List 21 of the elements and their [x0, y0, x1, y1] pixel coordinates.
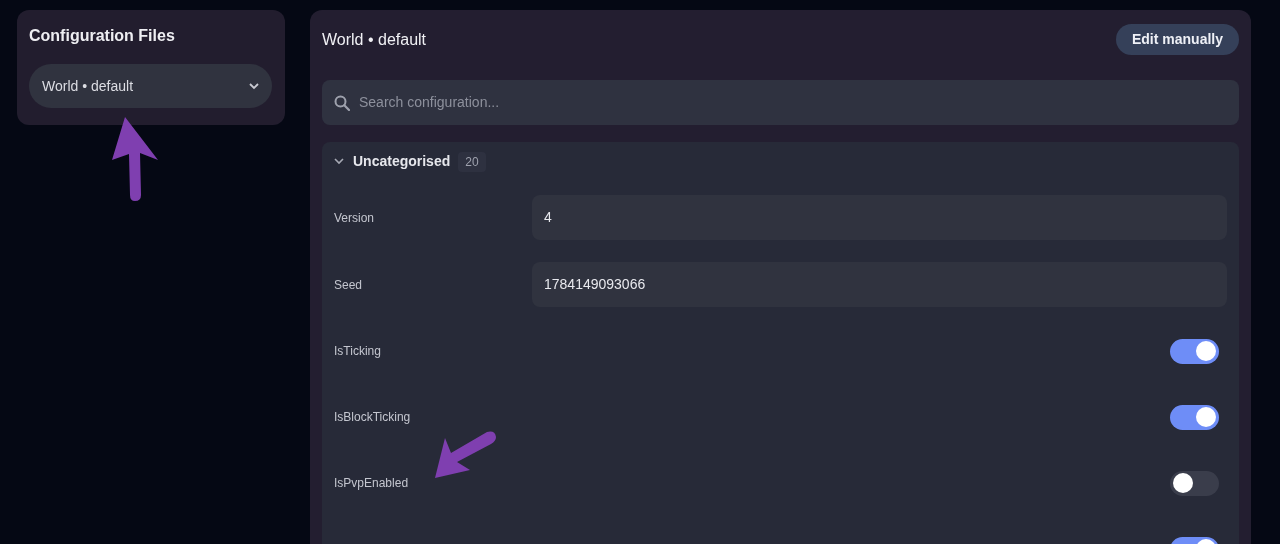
field-label: Seed — [334, 276, 364, 294]
edit-manually-button[interactable]: Edit manually — [1115, 24, 1239, 55]
search-field[interactable]: Search configuration... — [322, 80, 1239, 125]
panel-title: World • default — [322, 29, 427, 50]
toggle-switch[interactable] — [1170, 338, 1219, 364]
chevron-down-icon — [249, 82, 259, 90]
field-label: Version — [334, 209, 376, 227]
toggle-switch[interactable] — [1170, 404, 1219, 430]
file-select[interactable]: World • default — [29, 64, 272, 108]
count-badge: 20 — [458, 151, 486, 172]
sidebar-title: Configuration Files — [29, 26, 176, 46]
field-label: IsPvpEnabled — [334, 475, 410, 492]
annotation-arrow — [433, 430, 498, 480]
toggle-switch[interactable] — [1170, 470, 1219, 496]
search-icon — [334, 94, 350, 111]
field-label: IsTicking — [334, 343, 382, 360]
input-field[interactable]: 1784149093066 — [532, 262, 1227, 307]
section-header[interactable]: Uncategorised — [334, 151, 451, 172]
input-field[interactable]: 4 — [532, 195, 1227, 240]
search-input[interactable]: Search configuration... — [359, 92, 1227, 113]
field-label: IsBlockTicking — [334, 409, 412, 426]
